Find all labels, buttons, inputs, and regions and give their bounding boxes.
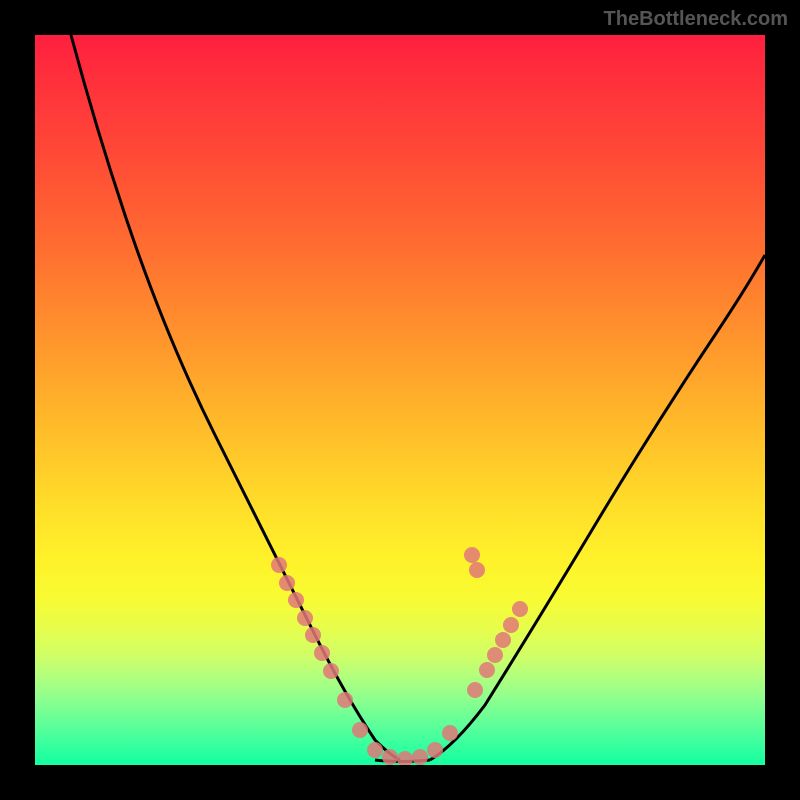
data-point (487, 647, 503, 663)
data-point (314, 645, 330, 661)
data-points-group (271, 547, 528, 765)
data-point (412, 749, 428, 765)
curve-group (71, 35, 765, 762)
data-point (352, 722, 368, 738)
data-point (479, 662, 495, 678)
chart-container (35, 35, 765, 765)
data-point (495, 632, 511, 648)
data-point (279, 575, 295, 591)
data-point (323, 663, 339, 679)
data-point (382, 749, 398, 765)
data-point (397, 751, 413, 765)
data-point (271, 557, 287, 573)
chart-svg (35, 35, 765, 765)
data-point (442, 725, 458, 741)
data-point (305, 627, 321, 643)
data-point (469, 562, 485, 578)
watermark-text: TheBottleneck.com (604, 8, 788, 31)
data-point (427, 742, 443, 758)
data-point (512, 601, 528, 617)
data-point (367, 742, 383, 758)
data-point (467, 682, 483, 698)
data-point (503, 617, 519, 633)
data-point (297, 610, 313, 626)
data-point (337, 692, 353, 708)
data-point (288, 592, 304, 608)
data-point (464, 547, 480, 563)
bottleneck-curve-left (71, 35, 400, 760)
